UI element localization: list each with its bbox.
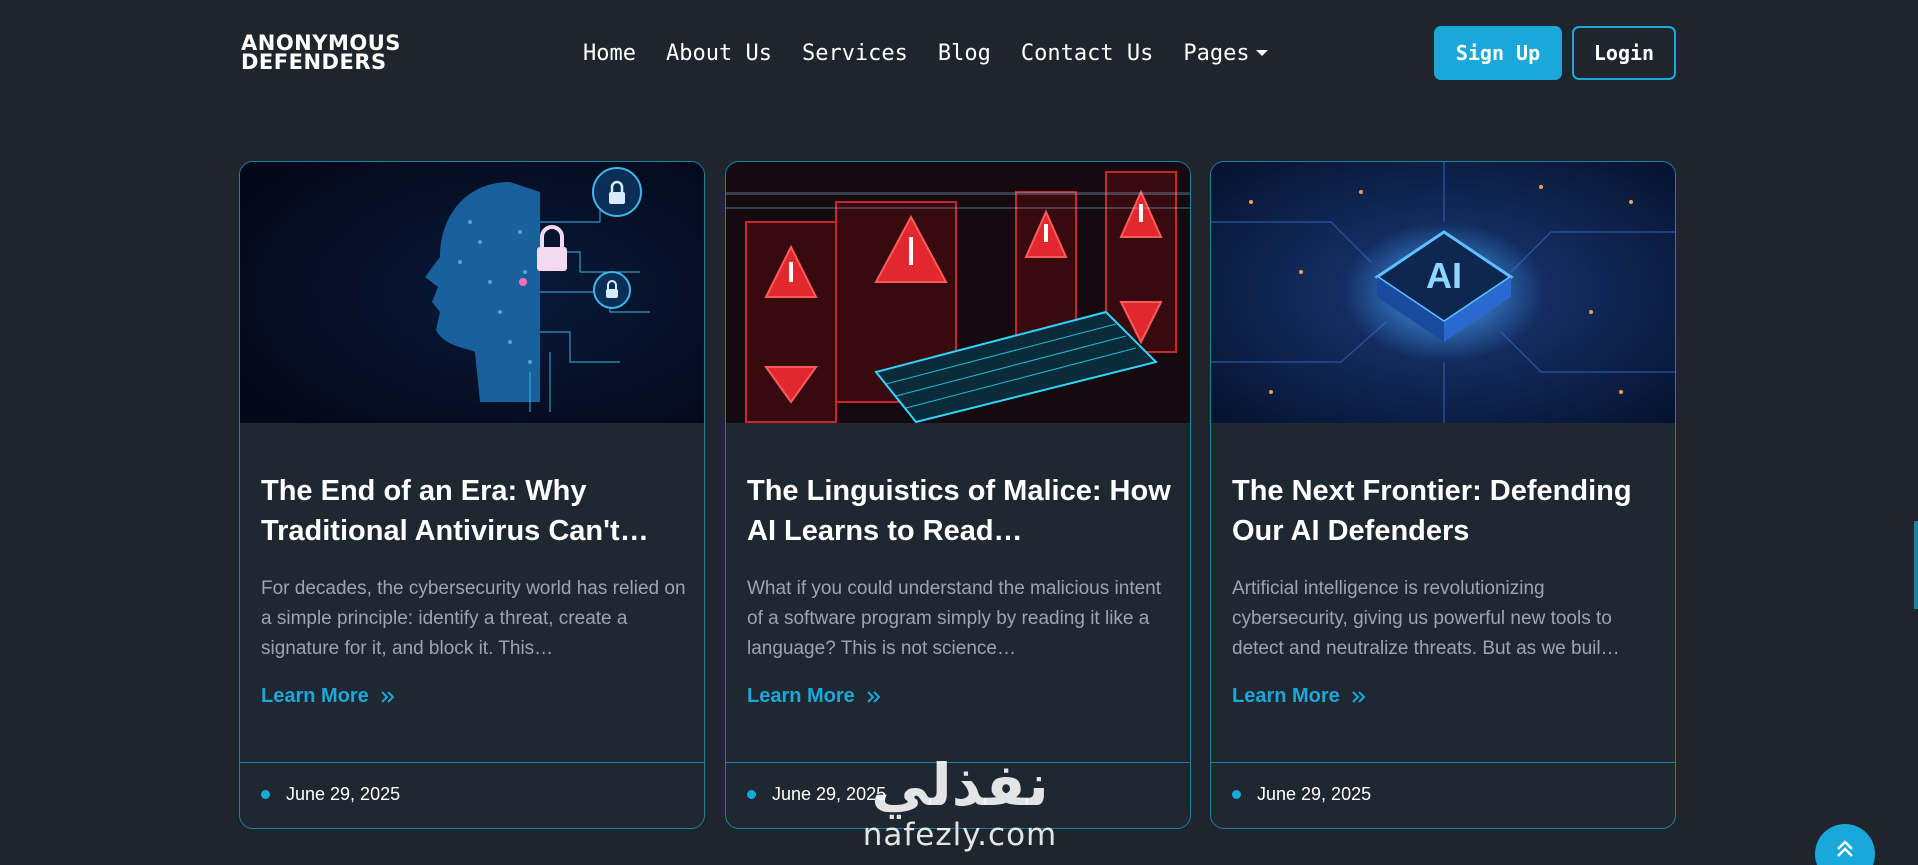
learn-more-link[interactable]: Learn More bbox=[1232, 685, 1368, 708]
learn-more-link[interactable]: Learn More bbox=[261, 685, 397, 708]
dot-icon bbox=[747, 790, 756, 799]
card-excerpt: For decades, the cybersecurity world has… bbox=[261, 578, 686, 659]
date-label: June 29, 2025 bbox=[286, 784, 401, 804]
ai-head-lock-icon[interactable] bbox=[240, 162, 704, 423]
nav-pages-label: Pages bbox=[1183, 40, 1250, 66]
watermark: نفذلي nafezly.com bbox=[850, 752, 1070, 865]
dot-icon bbox=[261, 790, 270, 799]
card-title[interactable]: The End of an Era: Why Traditional Antiv… bbox=[261, 471, 691, 551]
nav-services[interactable]: Services bbox=[802, 41, 908, 66]
blog-card: AI The Next Frontier: Defending Our AI D… bbox=[1210, 161, 1676, 829]
logo-line-2: DEFENDERS bbox=[241, 50, 387, 74]
card-divider bbox=[240, 762, 704, 763]
caret-down-icon bbox=[1255, 50, 1268, 56]
card-date: June 29, 2025 bbox=[1232, 784, 1371, 805]
site-header: ANONYMOUS DEFENDERS Home About Us Servic… bbox=[0, 0, 1918, 106]
nav-home[interactable]: Home bbox=[583, 41, 636, 66]
nav-contact-us[interactable]: Contact Us bbox=[1021, 41, 1153, 66]
warning-keyboard-icon[interactable] bbox=[726, 162, 1190, 423]
watermark-arabic: نفذلي bbox=[871, 751, 1049, 819]
double-chevron-right-icon bbox=[1352, 690, 1366, 703]
nav-blog[interactable]: Blog bbox=[938, 41, 991, 66]
main-nav: Home About Us Services Blog Contact Us P… bbox=[583, 38, 1268, 68]
card-title[interactable]: The Next Frontier: Defending Our AI Defe… bbox=[1232, 471, 1662, 551]
blog-card: The Linguistics of Malice: How AI Learns… bbox=[725, 161, 1191, 829]
learn-more-label: Learn More bbox=[1232, 685, 1340, 707]
ai-chip-icon[interactable]: AI bbox=[1211, 162, 1675, 423]
blog-card: The End of an Era: Why Traditional Antiv… bbox=[239, 161, 705, 829]
date-label: June 29, 2025 bbox=[1257, 784, 1372, 804]
sign-up-button[interactable]: Sign Up bbox=[1434, 26, 1562, 80]
login-button[interactable]: Login bbox=[1572, 26, 1676, 80]
card-excerpt: What if you could understand the malicio… bbox=[747, 578, 1162, 659]
card-excerpt: Artificial intelligence is revolutionizi… bbox=[1232, 578, 1620, 659]
nav-pages-dropdown[interactable]: Pages bbox=[1183, 40, 1268, 66]
double-chevron-right-icon bbox=[867, 690, 881, 703]
dot-icon bbox=[1232, 790, 1241, 799]
learn-more-link[interactable]: Learn More bbox=[747, 685, 883, 708]
watermark-latin: nafezly.com bbox=[862, 817, 1058, 853]
double-chevron-up-icon bbox=[1837, 840, 1853, 857]
scroll-to-top-button[interactable] bbox=[1815, 824, 1875, 865]
scrollbar-thumb[interactable] bbox=[1914, 521, 1918, 609]
nav-about-us[interactable]: About Us bbox=[666, 41, 772, 66]
card-divider bbox=[1211, 762, 1675, 763]
card-title[interactable]: The Linguistics of Malice: How AI Learns… bbox=[747, 471, 1177, 551]
learn-more-label: Learn More bbox=[261, 685, 369, 707]
site-logo[interactable]: ANONYMOUS DEFENDERS bbox=[241, 33, 426, 74]
card-date: June 29, 2025 bbox=[261, 784, 400, 805]
chip-label: AI bbox=[1426, 255, 1462, 296]
double-chevron-right-icon bbox=[381, 690, 395, 703]
learn-more-label: Learn More bbox=[747, 685, 855, 707]
